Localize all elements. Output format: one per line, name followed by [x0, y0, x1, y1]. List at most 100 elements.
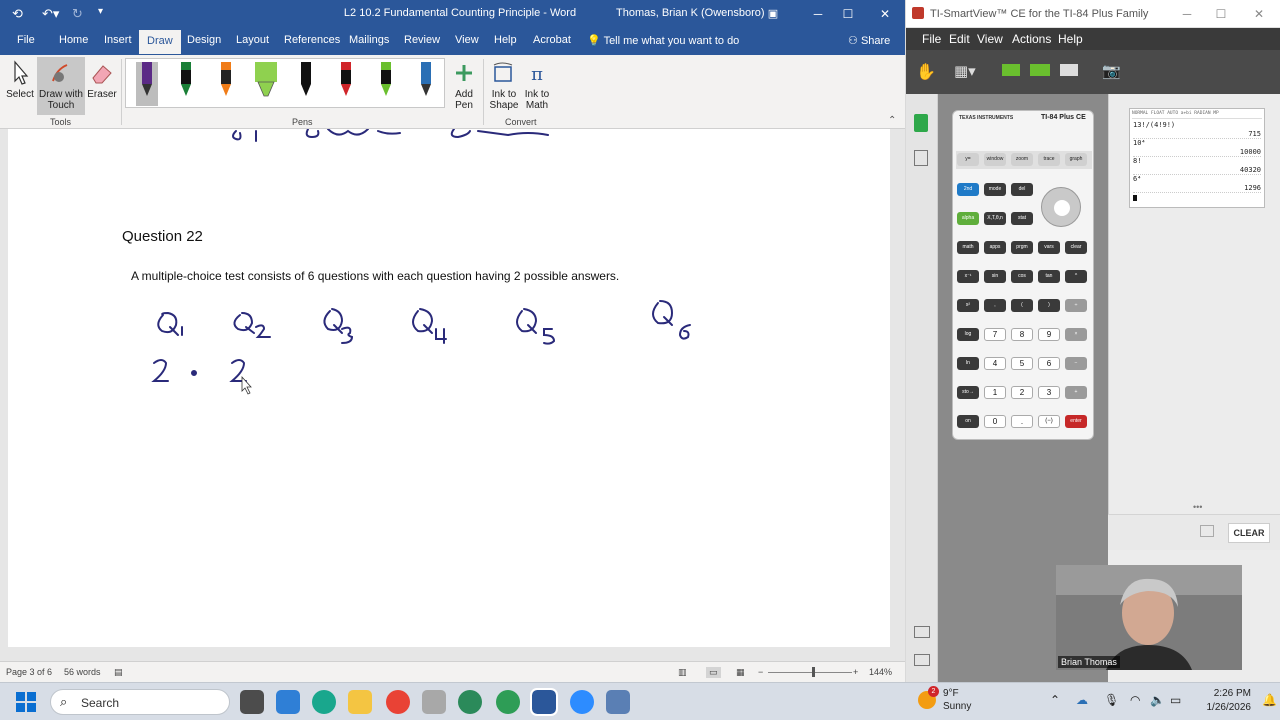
tab-references[interactable]: References — [284, 34, 340, 46]
ribbon-display-icon[interactable]: ▣ — [758, 3, 788, 25]
key-tan[interactable]: tan — [1038, 270, 1060, 283]
pen-3[interactable] — [218, 62, 234, 102]
key-power[interactable]: ^ — [1065, 270, 1087, 283]
hand-icon[interactable]: ✋ — [916, 62, 936, 82]
ti-menu-edit[interactable]: Edit — [949, 32, 970, 46]
collapse-ribbon-icon[interactable]: ⌃ — [888, 115, 896, 126]
key-3[interactable]: 3 — [1038, 386, 1060, 399]
tab-view[interactable]: View — [455, 34, 479, 46]
key-math[interactable]: math — [957, 241, 979, 254]
pen-4[interactable] — [298, 62, 314, 102]
edge-icon[interactable] — [312, 690, 336, 714]
tab-review[interactable]: Review — [404, 34, 440, 46]
onenote-icon[interactable] — [458, 690, 482, 714]
zoom-in-button[interactable]: + — [853, 667, 858, 677]
ti-menu-view[interactable]: View — [977, 32, 1003, 46]
key-on[interactable]: on — [957, 415, 979, 428]
ti-close-button[interactable]: ✕ — [1246, 4, 1272, 24]
customize-toolbar-icon[interactable]: ▾ — [98, 6, 103, 17]
key-ln[interactable]: ln — [957, 357, 979, 370]
tab-home[interactable]: Home — [59, 34, 88, 46]
key-open-paren[interactable]: ( — [1011, 299, 1033, 312]
share-button[interactable]: ⚇ Share — [848, 34, 890, 47]
pen-6[interactable] — [378, 62, 394, 102]
camera-icon[interactable]: 📷 — [1102, 62, 1121, 80]
chrome-profile-icon[interactable] — [496, 690, 520, 714]
volume-icon[interactable]: 🔈 — [1150, 693, 1165, 707]
clock-date[interactable]: 1/26/2026 — [1200, 702, 1252, 713]
snipping-tool-icon[interactable] — [422, 690, 446, 714]
key-close-paren[interactable]: ) — [1038, 299, 1060, 312]
highlighter-1[interactable] — [254, 62, 278, 102]
weather-description[interactable]: Sunny — [943, 701, 971, 712]
wifi-icon[interactable]: ◠ — [1130, 693, 1140, 707]
key-vars[interactable]: vars — [1038, 241, 1060, 254]
documents-panel-icon[interactable] — [914, 150, 928, 166]
tab-file[interactable]: File — [17, 34, 35, 46]
key-xtn[interactable]: X,T,θ,n — [984, 212, 1006, 225]
eraser-button[interactable]: Eraser — [87, 59, 117, 100]
pen-2[interactable] — [178, 62, 194, 102]
calculator-panel-icon[interactable] — [914, 114, 928, 132]
key-store[interactable]: sto→ — [957, 386, 979, 399]
key-square[interactable]: x² — [957, 299, 979, 312]
zoom-slider-thumb[interactable] — [812, 667, 815, 677]
select-tool-button[interactable]: Select — [6, 59, 34, 100]
key-window[interactable]: window — [984, 153, 1006, 166]
autosave-icon[interactable]: ⟲ — [12, 6, 23, 22]
key-add[interactable]: + — [1065, 386, 1087, 399]
document-page[interactable]: Question 22 A multiple-choice test consi… — [8, 129, 890, 647]
key-mode[interactable]: mode — [984, 183, 1006, 196]
close-button[interactable]: ✕ — [870, 3, 900, 25]
key-divide[interactable]: ÷ — [1065, 299, 1087, 312]
key-enter[interactable]: enter — [1065, 415, 1087, 428]
key-stat[interactable]: stat — [1011, 212, 1033, 225]
ti-minimize-button[interactable]: ─ — [1174, 4, 1200, 24]
key-2[interactable]: 2 — [1011, 386, 1033, 399]
tab-design[interactable]: Design — [187, 34, 221, 46]
key-subtract[interactable]: − — [1065, 357, 1087, 370]
weather-temperature[interactable]: 9°F — [943, 688, 959, 699]
splitter-handle-icon[interactable]: ••• — [1193, 502, 1202, 512]
key-clear[interactable]: clear — [1065, 241, 1087, 254]
tab-insert[interactable]: Insert — [104, 34, 132, 46]
print-layout-icon[interactable]: ▭ — [706, 667, 721, 678]
microphone-icon[interactable]: 🎙 — [1104, 693, 1119, 707]
key-1[interactable]: 1 — [984, 386, 1006, 399]
key-del[interactable]: del — [1011, 183, 1033, 196]
key-trace[interactable]: trace — [1038, 153, 1060, 166]
key-4[interactable]: 4 — [984, 357, 1006, 370]
history-icon[interactable] — [1030, 64, 1050, 76]
file-explorer-icon[interactable] — [348, 690, 372, 714]
ti-menu-file[interactable]: File — [922, 32, 941, 46]
undo-icon[interactable]: ↶▾ — [42, 6, 59, 22]
chevron-up-icon[interactable]: ⌃ — [1050, 693, 1060, 707]
ti-menu-help[interactable]: Help — [1058, 32, 1083, 46]
web-layout-icon[interactable]: ▦ — [736, 667, 745, 678]
key-negative[interactable]: (−) — [1038, 415, 1060, 428]
key-7[interactable]: 7 — [984, 328, 1006, 341]
key-zoom[interactable]: zoom — [1011, 153, 1033, 166]
read-mode-icon[interactable]: ▥ — [678, 667, 687, 678]
taskbar-search[interactable]: ⌕ Search — [50, 689, 230, 715]
chrome-icon[interactable] — [386, 690, 410, 714]
onedrive-icon[interactable]: ☁ — [1076, 693, 1088, 707]
key-log[interactable]: log — [957, 328, 979, 341]
key-prgm[interactable]: prgm — [1011, 241, 1033, 254]
clock-time[interactable]: 2:26 PM — [1205, 688, 1251, 699]
keypress-icon[interactable] — [1002, 64, 1020, 76]
pen-5[interactable] — [338, 62, 354, 102]
calculator-select-icon[interactable]: ▦▾ — [954, 62, 976, 80]
pen-1[interactable] — [136, 62, 158, 106]
layout-icon[interactable] — [1060, 64, 1078, 76]
ti-maximize-button[interactable]: ☐ — [1208, 4, 1234, 24]
account-name[interactable]: Thomas, Brian K (Owensboro) — [616, 7, 765, 19]
panel-toggle-icon[interactable] — [914, 626, 930, 638]
proofing-icon[interactable]: ▤ — [114, 667, 123, 678]
zoom-icon[interactable] — [570, 690, 594, 714]
tab-help[interactable]: Help — [494, 34, 517, 46]
key-comma[interactable]: , — [984, 299, 1006, 312]
key-apps[interactable]: apps — [984, 241, 1006, 254]
zoom-slider[interactable] — [768, 672, 852, 673]
key-cos[interactable]: cos — [1011, 270, 1033, 283]
